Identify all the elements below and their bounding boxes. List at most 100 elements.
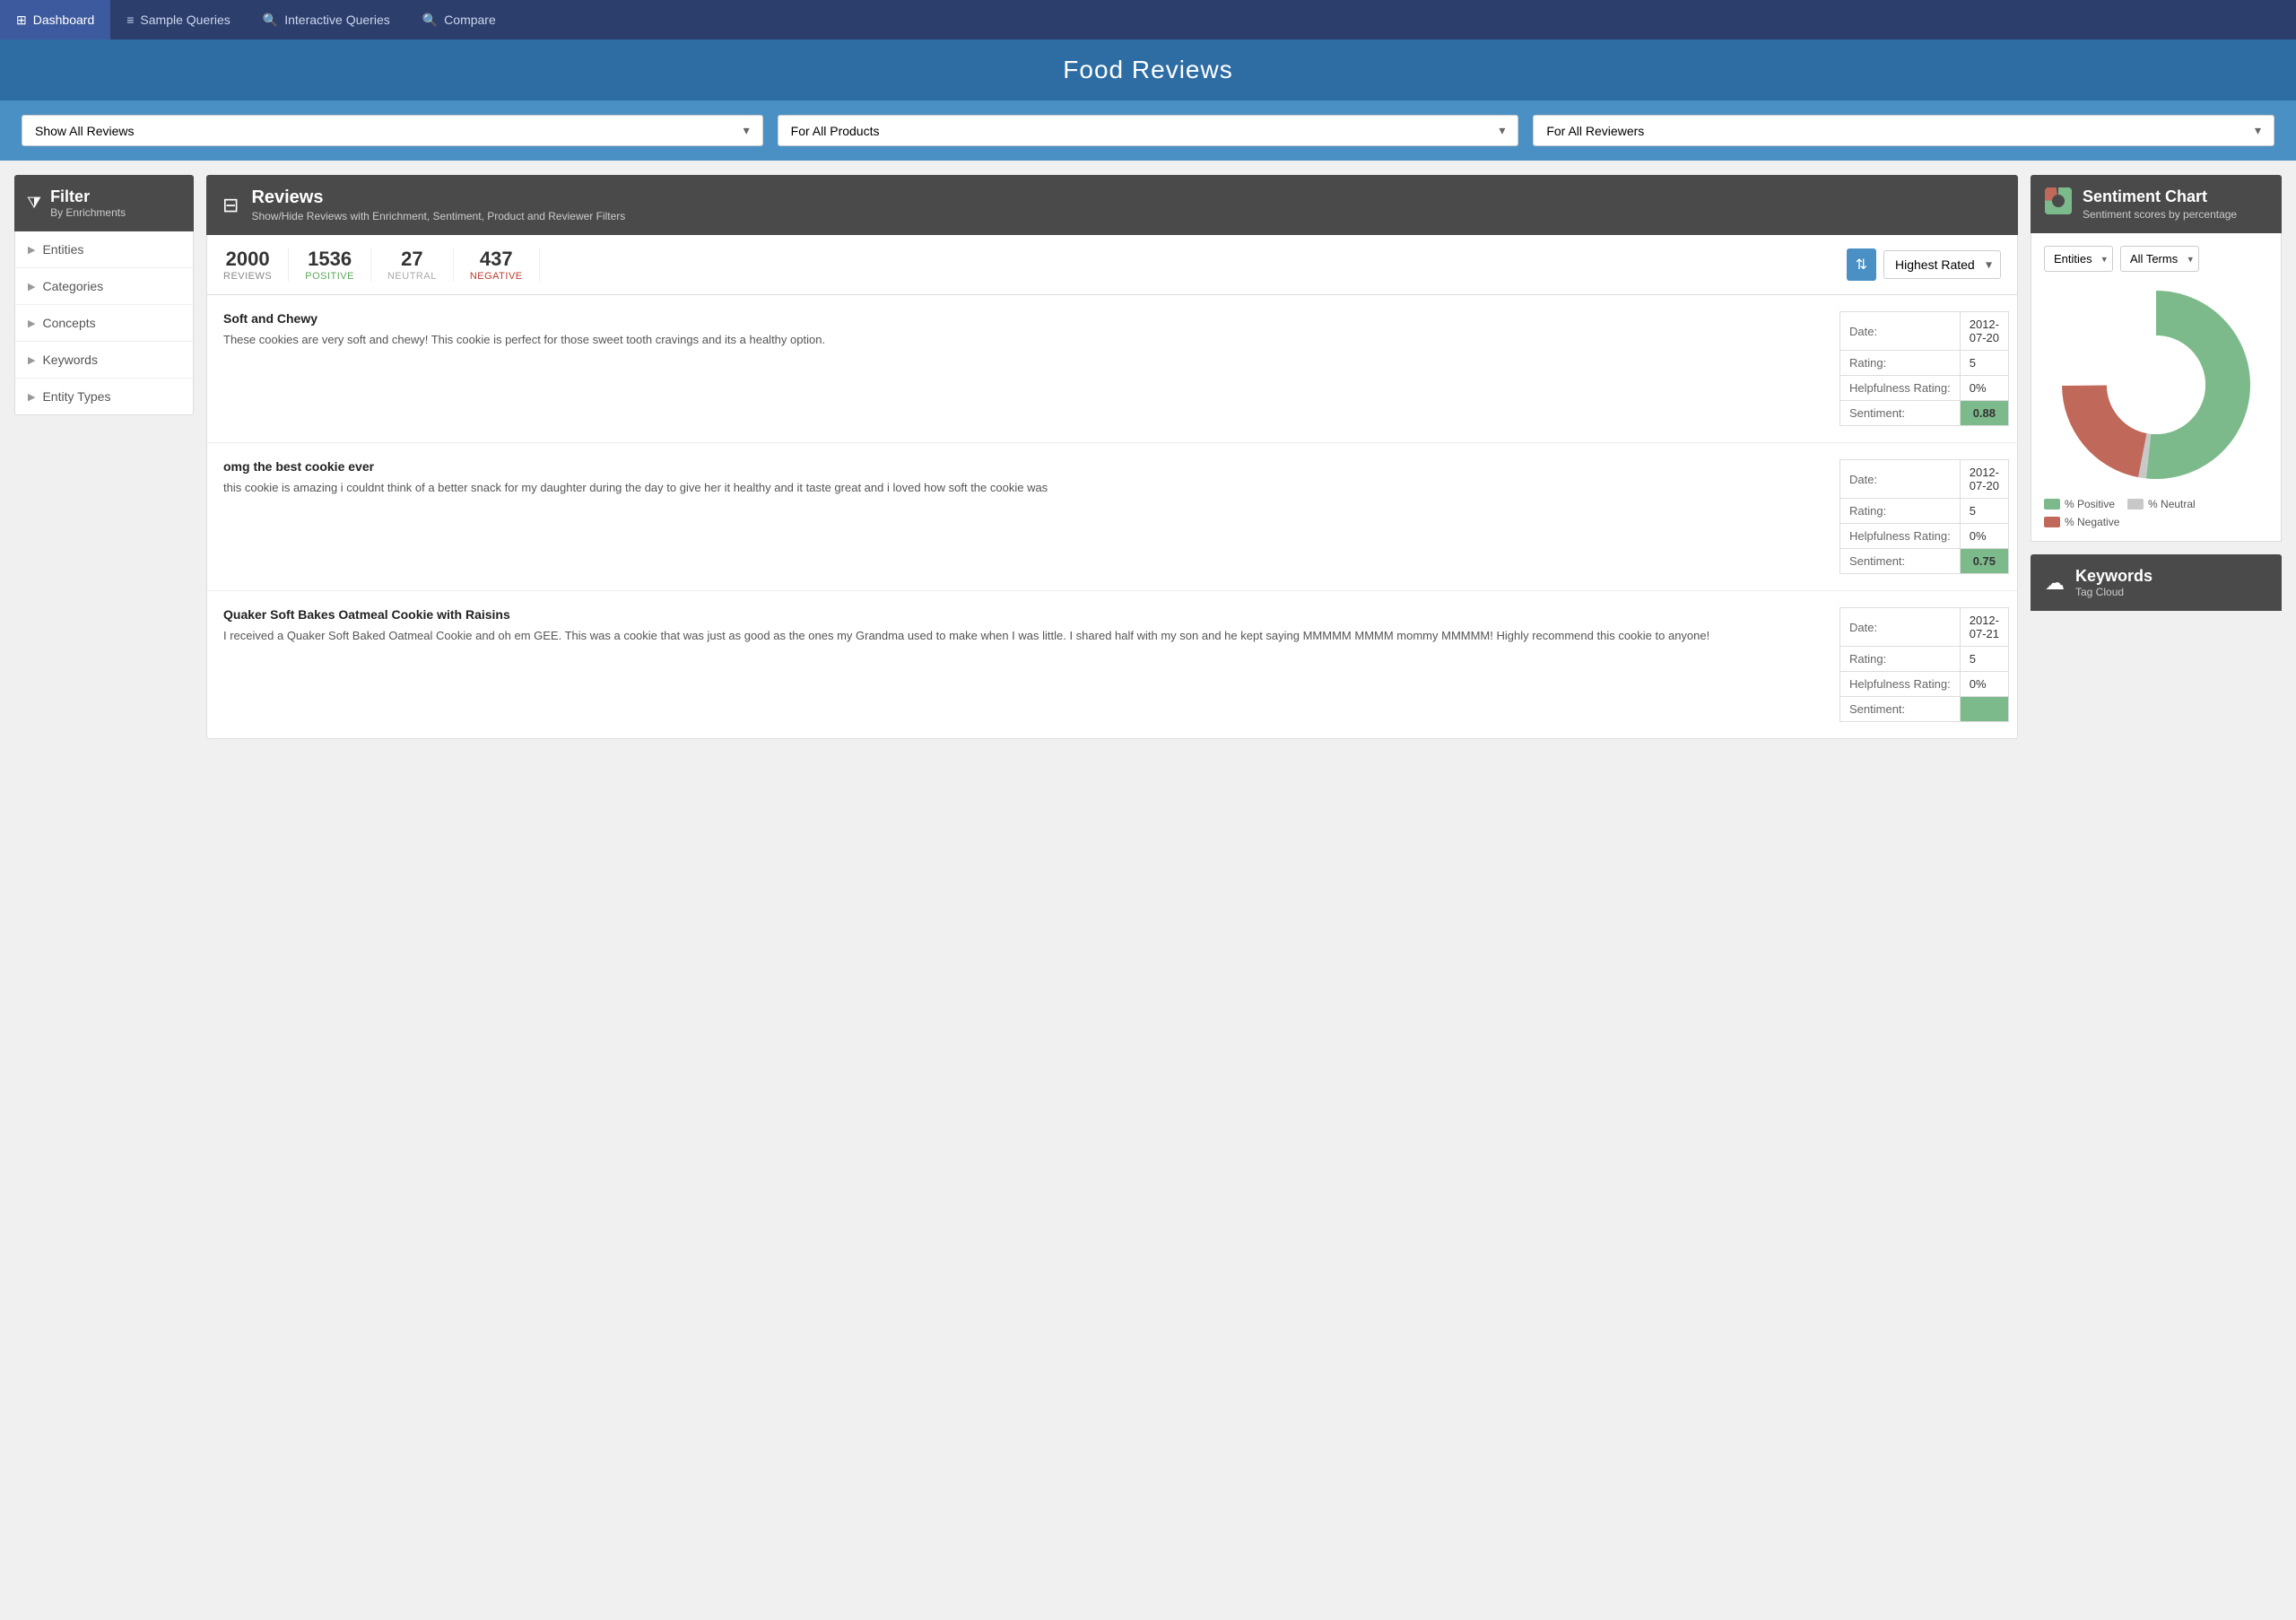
legend-negative-label: % Negative: [2065, 516, 2119, 528]
sidebar-subtitle: By Enrichments: [50, 206, 126, 219]
sentiment-chart-body: Entities All Terms: [2031, 233, 2282, 542]
keywords-cloud-header: ☁ Keywords Tag Cloud: [2031, 554, 2282, 611]
positive-color-swatch: [2044, 499, 2060, 510]
chevron-down-icon: ▾: [744, 123, 750, 138]
meta-row-sentiment: Sentiment: 0.88: [1840, 401, 2009, 426]
reviews-header: ⊟ Reviews Show/Hide Reviews with Enrichm…: [206, 175, 2018, 235]
stat-negative-num: 437: [470, 248, 523, 271]
nav-sample-queries[interactable]: ≡ Sample Queries: [110, 0, 247, 39]
donut-legend: % Positive % Neutral % Negative: [2044, 498, 2268, 528]
sidebar-header: ⧩ Filter By Enrichments: [14, 175, 194, 231]
nav-compare[interactable]: 🔍 Compare: [406, 0, 512, 39]
nav-dashboard[interactable]: ⊞ Dashboard: [0, 0, 110, 39]
sentiment-chart-title: Sentiment Chart: [2083, 187, 2237, 206]
meta-sentiment-label: Sentiment:: [1840, 697, 1961, 722]
stat-total-num: 2000: [223, 248, 272, 271]
sidebar-item-keywords[interactable]: ▶ Keywords: [15, 342, 193, 379]
meta-helpfulness-label: Helpfulness Rating:: [1840, 376, 1961, 401]
page-title: Food Reviews: [16, 56, 2280, 84]
review-content: Quaker Soft Bakes Oatmeal Cookie with Ra…: [223, 607, 1823, 722]
review-content: Soft and Chewy These cookies are very so…: [223, 311, 1823, 426]
keywords-title: Keywords: [2075, 567, 2152, 586]
terms-select-wrapper: All Terms: [2120, 246, 2199, 272]
meta-row-date: Date: 2012-07-20: [1840, 312, 2009, 351]
meta-helpfulness-label: Helpfulness Rating:: [1840, 524, 1961, 549]
for-products-dropdown[interactable]: For All Products ▾: [778, 115, 1519, 146]
stat-neutral-label: NEUTRAL: [387, 271, 437, 282]
sort-select[interactable]: Highest Rated: [1883, 250, 2001, 279]
meta-row-rating: Rating: 5: [1840, 351, 2009, 376]
table-row: omg the best cookie ever this cookie is …: [207, 443, 2017, 591]
meta-rating-value: 5: [1960, 647, 2008, 672]
sidebar-item-concepts[interactable]: ▶ Concepts: [15, 305, 193, 342]
meta-sentiment-value: [1960, 697, 2008, 722]
sidebar-item-label: Concepts: [42, 316, 95, 330]
review-body: These cookies are very soft and chewy! T…: [223, 331, 1823, 349]
meta-sentiment-label: Sentiment:: [1840, 549, 1961, 574]
chevron-right-icon: ▶: [28, 391, 35, 403]
nav-dashboard-label: Dashboard: [33, 13, 95, 27]
meta-row-date: Date: 2012-07-21: [1840, 608, 2009, 647]
chevron-right-icon: ▶: [28, 354, 35, 366]
legend-positive-label: % Positive: [2065, 498, 2115, 510]
table-row: Soft and Chewy These cookies are very so…: [207, 295, 2017, 443]
sidebar-item-label: Keywords: [42, 353, 97, 367]
donut-chart: [2057, 286, 2255, 483]
stat-positive-label: POSITIVE: [305, 271, 354, 282]
meta-row-helpfulness: Helpfulness Rating: 0%: [1840, 524, 2009, 549]
sort-direction-button[interactable]: ⇅: [1847, 248, 1876, 281]
meta-helpfulness-value: 0%: [1960, 524, 2008, 549]
reviews-subtitle: Show/Hide Reviews with Enrichment, Senti…: [251, 210, 625, 222]
chevron-right-icon: ▶: [28, 244, 35, 256]
review-title: Quaker Soft Bakes Oatmeal Cookie with Ra…: [223, 607, 1823, 622]
center-panel: ⊟ Reviews Show/Hide Reviews with Enrichm…: [206, 175, 2018, 739]
sidebar-items: ▶ Entities ▶ Categories ▶ Concepts ▶ Key…: [14, 231, 194, 415]
review-meta: Date: 2012-07-21 Rating: 5 Helpfulness R…: [1839, 607, 2001, 722]
chevron-right-icon: ▶: [28, 281, 35, 292]
meta-date-value: 2012-07-20: [1960, 460, 2008, 499]
meta-sentiment-value: 0.75: [1960, 549, 2008, 574]
meta-helpfulness-value: 0%: [1960, 672, 2008, 697]
negative-color-swatch: [2044, 517, 2060, 527]
review-meta: Date: 2012-07-20 Rating: 5 Helpfulness R…: [1839, 459, 2001, 574]
meta-table: Date: 2012-07-20 Rating: 5 Helpfulness R…: [1839, 459, 2009, 574]
show-reviews-dropdown[interactable]: Show All Reviews ▾: [22, 115, 763, 146]
review-body: this cookie is amazing i couldnt think o…: [223, 479, 1823, 497]
review-meta: Date: 2012-07-20 Rating: 5 Helpfulness R…: [1839, 311, 2001, 426]
neutral-color-swatch: [2127, 499, 2144, 510]
review-content: omg the best cookie ever this cookie is …: [223, 459, 1823, 574]
entities-select-wrapper: Entities: [2044, 246, 2113, 272]
meta-row-helpfulness: Helpfulness Rating: 0%: [1840, 672, 2009, 697]
sidebar-item-entities[interactable]: ▶ Entities: [15, 231, 193, 268]
list-icon: ≡: [126, 13, 134, 27]
stat-positive: 1536 POSITIVE: [289, 248, 371, 282]
reviews-list: Soft and Chewy These cookies are very so…: [206, 295, 2018, 739]
nav-interactive-queries[interactable]: 🔍 Interactive Queries: [247, 0, 406, 39]
sidebar-item-categories[interactable]: ▶ Categories: [15, 268, 193, 305]
filter-icon: ⧩: [27, 194, 41, 213]
sidebar-item-entity-types[interactable]: ▶ Entity Types: [15, 379, 193, 414]
sentiment-chart-subtitle: Sentiment scores by percentage: [2083, 208, 2237, 221]
sentiment-chart-header: Sentiment Chart Sentiment scores by perc…: [2031, 175, 2282, 233]
right-panel: Sentiment Chart Sentiment scores by perc…: [2031, 175, 2282, 739]
meta-row-helpfulness: Helpfulness Rating: 0%: [1840, 376, 2009, 401]
for-reviewers-dropdown[interactable]: For All Reviewers ▾: [1533, 115, 2274, 146]
entities-select[interactable]: Entities: [2044, 246, 2113, 272]
filter-bar: Show All Reviews ▾ For All Products ▾ Fo…: [0, 100, 2296, 161]
stat-negative: 437 NEGATIVE: [454, 248, 540, 282]
chevron-down-icon: ▾: [1499, 123, 1505, 138]
stat-positive-num: 1536: [305, 248, 354, 271]
meta-date-label: Date:: [1840, 312, 1961, 351]
meta-helpfulness-value: 0%: [1960, 376, 2008, 401]
meta-date-value: 2012-07-20: [1960, 312, 2008, 351]
nav-interactive-label: Interactive Queries: [284, 13, 390, 27]
main-layout: ⧩ Filter By Enrichments ▶ Entities ▶ Cat…: [0, 161, 2296, 753]
sidebar-item-label: Entity Types: [42, 389, 110, 404]
sidebar-item-label: Entities: [42, 242, 83, 257]
reviews-stats: 2000 REVIEWS 1536 POSITIVE 27 NEUTRAL 43…: [206, 235, 2018, 295]
meta-rating-value: 5: [1960, 351, 2008, 376]
sidebar: ⧩ Filter By Enrichments ▶ Entities ▶ Cat…: [14, 175, 194, 739]
terms-select[interactable]: All Terms: [2120, 246, 2199, 272]
nav-sample-label: Sample Queries: [140, 13, 230, 27]
meta-sentiment-label: Sentiment:: [1840, 401, 1961, 426]
